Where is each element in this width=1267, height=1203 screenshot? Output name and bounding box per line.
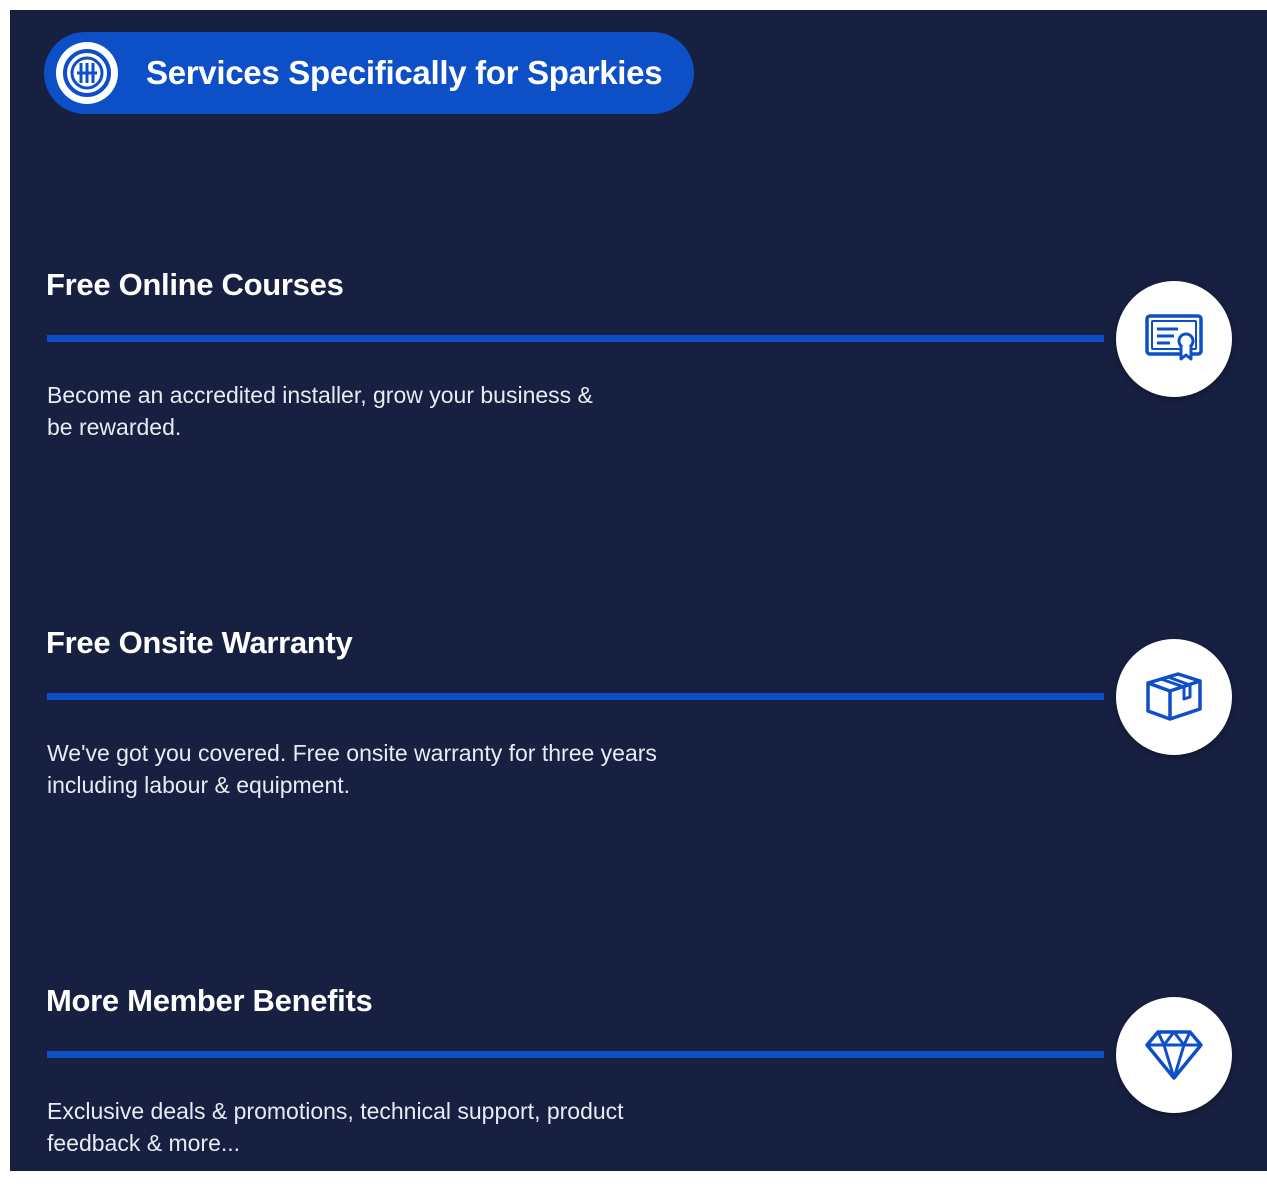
service-title: Free Onsite Warranty [46,625,353,660]
divider [47,335,1104,342]
service-description: Exclusive deals & promotions, technical … [47,1098,624,1156]
service-title: Free Online Courses [46,267,344,302]
service-item-onsite-warranty: Free Onsite Warranty We've got you cover… [10,625,1267,845]
box-icon [1116,639,1232,755]
certificate-icon [1116,281,1232,397]
service-description: Become an accredited installer, grow you… [47,382,593,440]
diamond-icon [1116,997,1232,1113]
service-item-member-benefits: More Member Benefits Exclusive deals & p… [10,983,1267,1203]
divider [47,1051,1104,1058]
brand-logo-icon [56,42,118,104]
services-panel: Services Specifically for Sparkies Free … [10,10,1267,1171]
page-title: Services Specifically for Sparkies [146,54,663,91]
divider [47,693,1104,700]
services-header-banner: Services Specifically for Sparkies [44,32,694,114]
service-title: More Member Benefits [46,983,373,1018]
service-item-online-courses: Free Online Courses Become an accredited… [10,267,1267,487]
service-description: We've got you covered. Free onsite warra… [47,740,657,798]
